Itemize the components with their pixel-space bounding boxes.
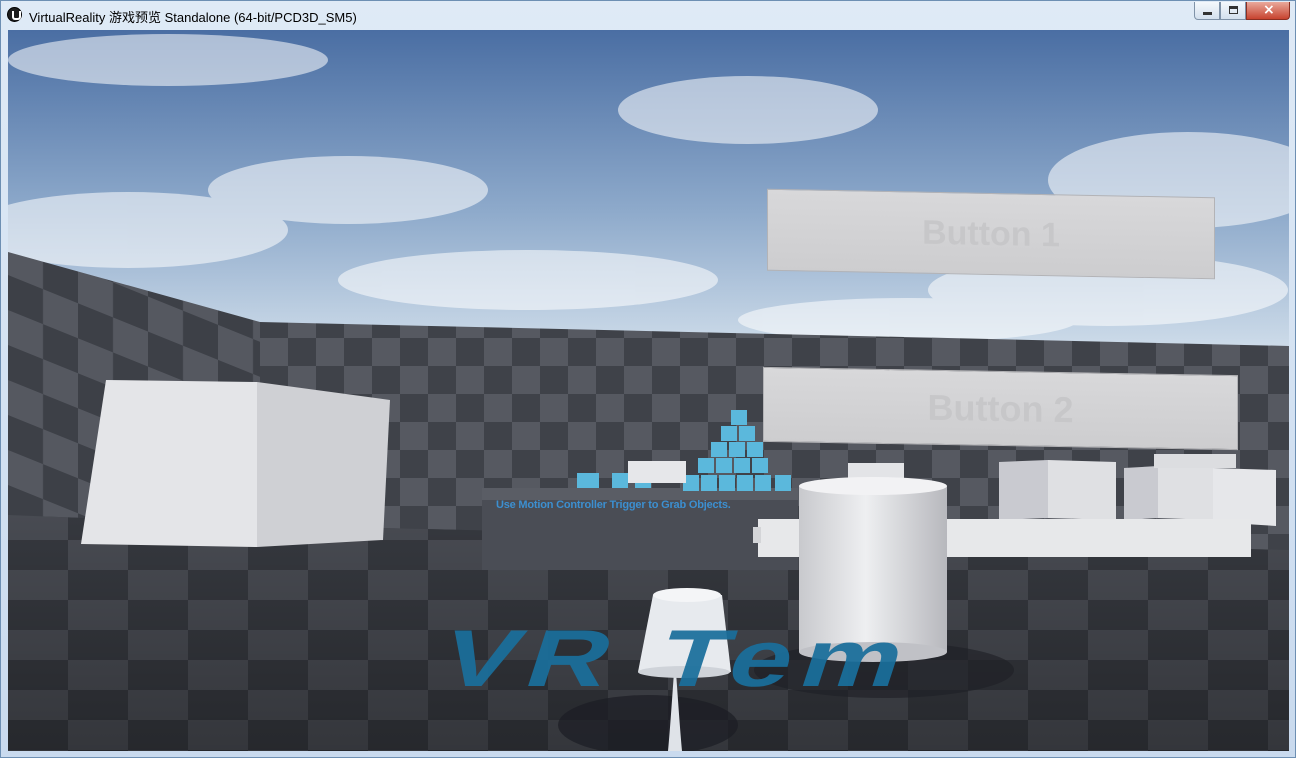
window-title: VirtualReality 游戏预览 Standalone (64-bit/P… xyxy=(29,10,357,25)
button-2[interactable]: Button 2 xyxy=(763,366,1238,451)
game-viewport[interactable]: Button 1 Button 2 Use Motion Controller … xyxy=(8,30,1289,751)
floor-logo-text: VR Tem xyxy=(430,613,929,704)
instruction-text: Use Motion Controller Trigger to Grab Ob… xyxy=(496,499,731,511)
minimize-button[interactable] xyxy=(1194,2,1220,20)
close-icon: × xyxy=(1263,2,1275,18)
unreal-engine-icon xyxy=(7,7,22,22)
close-button[interactable]: × xyxy=(1246,2,1290,20)
window-controls: × xyxy=(1194,2,1290,20)
game-window: VirtualReality 游戏预览 Standalone (64-bit/P… xyxy=(0,0,1296,758)
minimize-icon xyxy=(1203,12,1212,15)
white-cube xyxy=(81,380,390,547)
maximize-icon xyxy=(1229,6,1238,14)
title-bar[interactable]: VirtualReality 游戏预览 Standalone (64-bit/P… xyxy=(1,1,1295,29)
maximize-button[interactable] xyxy=(1220,2,1246,20)
button-1[interactable]: Button 1 xyxy=(767,188,1215,280)
